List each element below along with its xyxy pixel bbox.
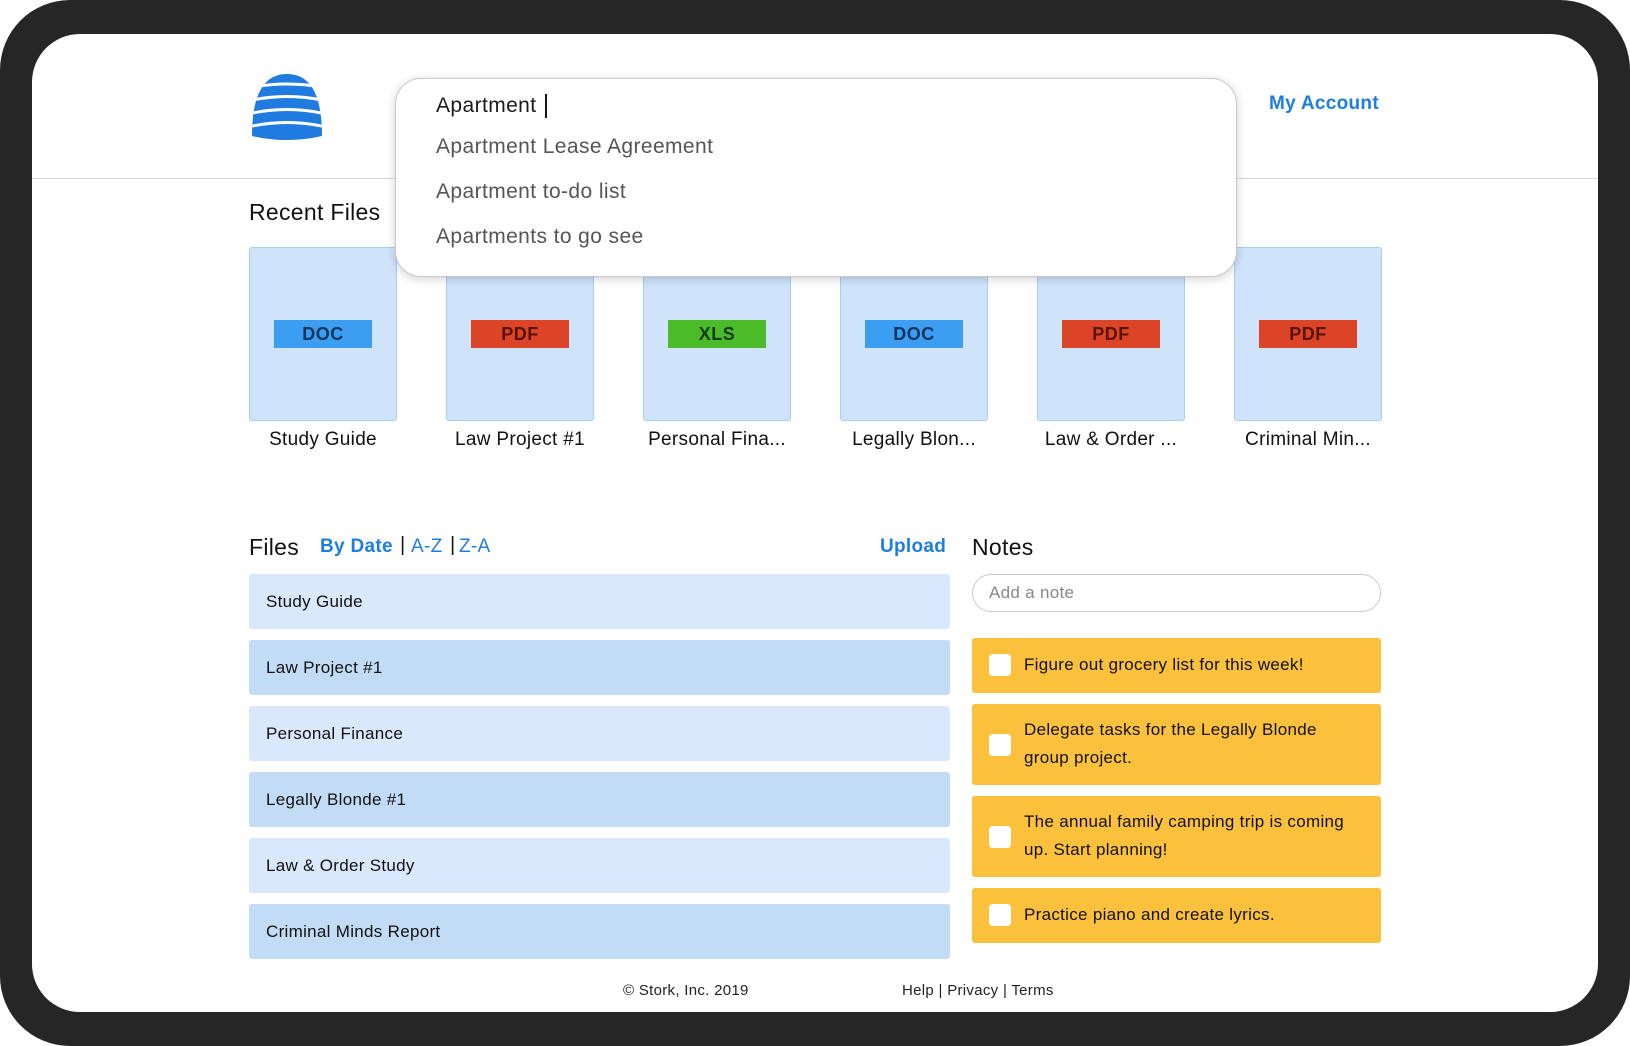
recent-file-label[interactable]: Personal Fina... (622, 429, 812, 451)
file-row[interactable]: Legally Blonde #1 (249, 772, 950, 827)
recent-file-card[interactable]: DOC (249, 247, 397, 421)
file-row[interactable]: Personal Finance (249, 706, 950, 761)
terms-link[interactable]: Terms (1011, 982, 1053, 999)
help-link[interactable]: Help (902, 982, 934, 999)
note-checkbox[interactable] (989, 654, 1011, 676)
footer-separator: | (1002, 982, 1008, 999)
note-checkbox[interactable] (989, 904, 1011, 926)
doc-badge: DOC (274, 320, 372, 348)
footer-links: Help | Privacy | Terms (902, 982, 1054, 999)
search-autocomplete: Apartment Lease Agreement Apartment to-d… (395, 78, 1237, 277)
xls-badge: XLS (668, 320, 766, 348)
note-card[interactable]: Figure out grocery list for this week! (972, 638, 1381, 693)
note-card[interactable]: Practice piano and create lyrics. (972, 888, 1381, 943)
note-text: Delegate tasks for the Legally Blonde gr… (1024, 720, 1317, 767)
footer-separator: | (938, 982, 943, 999)
search-suggestion[interactable]: Apartments to go see (436, 225, 644, 249)
recent-file-label[interactable]: Legally Blon... (819, 429, 1009, 451)
file-row[interactable]: Study Guide (249, 574, 950, 629)
note-text: Figure out grocery list for this week! (1024, 655, 1304, 674)
sort-separator: | (400, 534, 406, 556)
search-suggestion[interactable]: Apartment Lease Agreement (436, 135, 713, 159)
file-row[interactable]: Law Project #1 (249, 640, 950, 695)
note-card[interactable]: Delegate tasks for the Legally Blonde gr… (972, 704, 1381, 785)
search-input[interactable] (436, 91, 1196, 121)
note-checkbox[interactable] (989, 734, 1011, 756)
sort-az-link[interactable]: A-Z (411, 536, 443, 558)
file-row[interactable]: Criminal Minds Report (249, 904, 950, 959)
files-title: Files (249, 534, 300, 560)
recent-file-label[interactable]: Law Project #1 (425, 429, 615, 451)
add-note-input[interactable] (972, 574, 1381, 612)
text-caret (545, 94, 547, 118)
recent-file-label[interactable]: Study Guide (228, 429, 418, 451)
recent-file-label[interactable]: Criminal Min... (1213, 429, 1403, 451)
note-card[interactable]: The annual family camping trip is coming… (972, 796, 1381, 877)
sort-za-link[interactable]: Z-A (459, 536, 491, 558)
stork-logo-icon[interactable] (248, 72, 326, 142)
pdf-badge: PDF (1259, 320, 1357, 348)
search-suggestion[interactable]: Apartment to-do list (436, 180, 626, 204)
privacy-link[interactable]: Privacy (947, 982, 998, 999)
app-screen: My Account Apartment Lease Agreement Apa… (32, 34, 1598, 1012)
pdf-badge: PDF (471, 320, 569, 348)
doc-badge: DOC (865, 320, 963, 348)
copyright-text: © Stork, Inc. 2019 (623, 982, 749, 999)
pdf-badge: PDF (1062, 320, 1160, 348)
note-checkbox[interactable] (989, 826, 1011, 848)
note-text: The annual family camping trip is coming… (1024, 812, 1345, 859)
recent-file-card[interactable]: PDF (1234, 247, 1382, 421)
file-row[interactable]: Law & Order Study (249, 838, 950, 893)
upload-button[interactable]: Upload (880, 536, 946, 558)
sort-by-date-link[interactable]: By Date (320, 536, 393, 558)
recent-file-label[interactable]: Law & Order ... (1016, 429, 1206, 451)
note-text: Practice piano and create lyrics. (1024, 905, 1275, 924)
my-account-link[interactable]: My Account (1269, 93, 1379, 115)
sort-separator: | (450, 534, 456, 556)
recent-files-title: Recent Files (249, 199, 381, 225)
notes-title: Notes (972, 534, 1034, 560)
